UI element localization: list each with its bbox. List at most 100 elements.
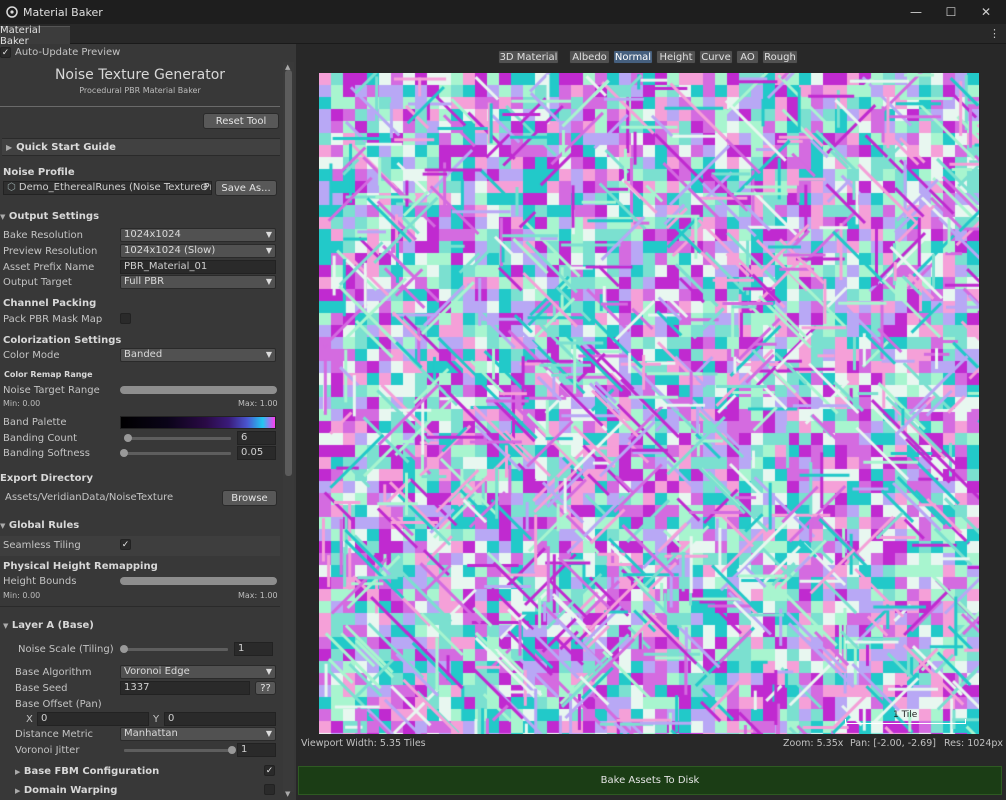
maximize-button[interactable]: ☐ (933, 0, 969, 24)
dropdown-arrow-icon: ▼ (265, 230, 272, 239)
offset-y-input[interactable]: 0 (164, 712, 276, 726)
output-settings-title: Output Settings (8, 211, 100, 222)
scale-label: 1 Tile (893, 710, 918, 720)
chevron-down-icon: ▼ (3, 622, 9, 630)
tab-3d-material[interactable]: 3D Material (498, 50, 559, 64)
layer-divider (0, 606, 280, 607)
dropdown-arrow-icon: ▼ (265, 246, 272, 255)
banding-softness-input[interactable]: 0.05 (237, 446, 276, 460)
seamless-label: Seamless Tiling (3, 540, 81, 551)
band-palette-label: Band Palette (3, 417, 67, 428)
noise-scale-label: Noise Scale (Tiling) (18, 644, 114, 655)
offset-x-label: X (26, 714, 33, 725)
scroll-up-icon[interactable]: ▲ (285, 63, 290, 71)
layer-a-title: Layer A (Base) (11, 620, 94, 631)
minimize-button[interactable]: — (898, 0, 934, 24)
object-picker-icon[interactable]: ⊙ (200, 182, 208, 193)
seamless-checkbox[interactable]: ✓ (120, 539, 131, 550)
preview-resolution-value: 1024x1024 (Slow) (124, 245, 216, 256)
output-target-value: Full PBR (124, 276, 165, 287)
tab-ao[interactable]: AO (736, 50, 759, 64)
scroll-down-icon[interactable]: ▼ (285, 790, 290, 798)
panel-scrollbar-thumb[interactable] (285, 70, 292, 476)
noise-profile-field[interactable]: ⬡ Demo_EtherealRunes (Noise Texture Prof… (3, 181, 212, 195)
browse-button[interactable]: Browse (222, 490, 277, 506)
preview-canvas[interactable] (319, 73, 979, 734)
noise-profile-heading: Noise Profile (3, 167, 75, 178)
voronoi-jitter-knob[interactable] (228, 746, 236, 754)
height-remap-heading: Physical Height Remapping (3, 561, 158, 572)
window-title: Material Baker (23, 5, 103, 19)
tab-rough[interactable]: Rough (762, 50, 798, 64)
banding-count-track[interactable] (124, 437, 231, 440)
save-as-button[interactable]: Save As... (215, 180, 277, 196)
color-remap-heading: Color Remap Range (4, 370, 93, 379)
auto-update-checkbox[interactable]: ✓ (0, 47, 11, 58)
distance-metric-dropdown[interactable]: Manhattan ▼ (120, 727, 276, 741)
banding-softness-knob[interactable] (120, 449, 128, 457)
band-palette-gradient[interactable] (120, 416, 276, 429)
base-seed-input[interactable]: 1337 (120, 681, 250, 695)
fbm-label: Base FBM Configuration (23, 766, 160, 777)
base-algorithm-value: Voronoi Edge (124, 666, 190, 677)
noise-target-range-slider[interactable] (120, 386, 277, 394)
profile-asset-icon: ⬡ (7, 182, 16, 193)
domain-warping-label: Domain Warping (23, 785, 118, 796)
panel-subheading: Procedural PBR Material Baker (79, 86, 201, 95)
dropdown-arrow-icon: ▼ (265, 667, 272, 676)
output-target-dropdown[interactable]: Full PBR ▼ (120, 275, 276, 289)
layer-a-heading[interactable]: ▼ Layer A (Base) (3, 620, 94, 631)
output-target-label: Output Target (3, 277, 72, 288)
viewport-width-text: Viewport Width: 5.35 Tiles (301, 738, 426, 749)
asset-prefix-input[interactable]: PBR_Material_01 (120, 260, 276, 274)
fbm-checkbox[interactable]: ✓ (264, 765, 275, 776)
noise-scale-input[interactable]: 1 (234, 642, 273, 656)
reset-tool-button[interactable]: Reset Tool (203, 113, 279, 129)
more-options-icon[interactable]: ⋮ (989, 27, 1000, 40)
random-seed-button[interactable]: ?? (255, 681, 276, 695)
height-bounds-min: Min: 0.00 (3, 591, 41, 600)
chevron-right-icon: ▶ (6, 142, 13, 152)
noise-profile-value: Demo_EtherealRunes (Noise Texture Profi (18, 182, 212, 193)
voronoi-jitter-track[interactable] (124, 749, 232, 752)
height-bounds-max: Max: 1.00 (238, 591, 278, 600)
fbm-foldout[interactable]: ▶ Base FBM Configuration (15, 766, 159, 777)
offset-x-input[interactable]: 0 (37, 712, 149, 726)
bake-resolution-value: 1024x1024 (124, 229, 181, 240)
distance-metric-label: Distance Metric (15, 729, 93, 740)
bake-assets-button[interactable]: Bake Assets To Disk (298, 766, 1002, 795)
color-mode-value: Banded (124, 349, 163, 360)
preview-resolution-dropdown[interactable]: 1024x1024 (Slow) ▼ (120, 244, 276, 258)
domain-warping-foldout[interactable]: ▶ Domain Warping (15, 785, 117, 796)
voronoi-jitter-label: Voronoi Jitter (15, 745, 80, 756)
height-bounds-slider[interactable] (120, 577, 277, 585)
pack-mask-checkbox[interactable] (120, 313, 131, 324)
banding-count-input[interactable]: 6 (237, 431, 276, 445)
base-seed-label: Base Seed (15, 683, 68, 694)
bake-resolution-dropdown[interactable]: 1024x1024 ▼ (120, 228, 276, 242)
quick-start-foldout[interactable]: ▶ Quick Start Guide (2, 138, 280, 156)
close-button[interactable]: ✕ (968, 0, 1004, 24)
color-mode-label: Color Mode (3, 350, 60, 361)
noise-target-min: Min: 0.00 (3, 399, 41, 408)
dropdown-arrow-icon: ▼ (265, 277, 272, 286)
banding-softness-track[interactable] (124, 452, 231, 455)
noise-scale-knob[interactable] (120, 645, 128, 653)
dropdown-arrow-icon: ▼ (265, 729, 272, 738)
voronoi-jitter-input[interactable]: 1 (237, 743, 276, 757)
tab-material-baker[interactable]: Material Baker (0, 25, 70, 47)
domain-warping-checkbox[interactable] (264, 784, 275, 795)
tab-normal[interactable]: Normal (613, 50, 653, 64)
zoom-text: Zoom: 5.35x (783, 738, 844, 749)
tab-curve[interactable]: Curve (699, 50, 733, 64)
color-mode-dropdown[interactable]: Banded ▼ (120, 348, 276, 362)
base-algorithm-dropdown[interactable]: Voronoi Edge ▼ (120, 665, 276, 679)
chevron-down-icon: ▼ (0, 522, 6, 530)
noise-scale-track[interactable] (124, 648, 228, 651)
global-rules-heading[interactable]: ▼ Global Rules (0, 520, 79, 531)
base-algorithm-label: Base Algorithm (15, 667, 92, 678)
tab-albedo[interactable]: Albedo (569, 50, 610, 64)
output-settings-heading[interactable]: ▼ Output Settings (0, 211, 99, 222)
tab-height[interactable]: Height (656, 50, 696, 64)
normal-map-preview[interactable] (319, 73, 979, 734)
